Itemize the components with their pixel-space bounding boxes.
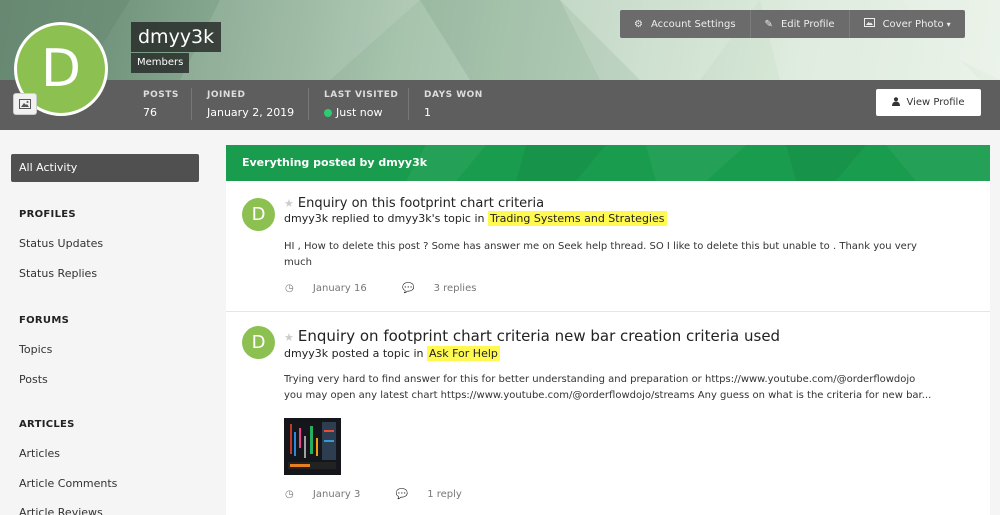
stat-label: JOINED (207, 90, 246, 100)
view-profile-label: View Profile (906, 97, 965, 108)
entry-title: ★ Enquiry on this footprint chart criteri… (284, 196, 544, 211)
entry-footer: ◷ January 16 💬 3 replies (285, 283, 508, 294)
activity-feed: Everything posted by dmyy3k D ★ Enquiry o… (226, 145, 990, 515)
entry-avatar[interactable]: D (242, 326, 275, 359)
sidebar-item-posts[interactable]: Posts (19, 373, 48, 386)
sidebar-item-status-updates[interactable]: Status Updates (19, 237, 103, 250)
entry-date[interactable]: ◷ January 3 (285, 489, 376, 500)
comment-icon: 💬 (401, 283, 415, 294)
entry-body: HI , How to delete this post ? Some has … (284, 239, 974, 271)
edit-profile-button[interactable]: ✎ Edit Profile (751, 10, 850, 38)
feed-header-title: Everything posted by dmyy3k (242, 156, 428, 169)
entry-title-link[interactable]: Enquiry on this footprint chart criteria (298, 196, 544, 211)
entry-body-line: much (284, 257, 312, 268)
entry-replies-text: 3 replies (433, 283, 477, 294)
view-profile-button[interactable]: View Profile (876, 89, 981, 116)
divider (226, 311, 990, 312)
entry-replies[interactable]: 💬 1 reply (396, 489, 478, 500)
caret-down-icon: ▾ (946, 19, 951, 29)
stat-posts: POSTS 76 (143, 90, 179, 119)
sidebar-item-all-activity[interactable]: All Activity (11, 154, 199, 182)
stat-label: LAST VISITED (324, 90, 399, 100)
entry-forum-link[interactable]: Ask For Help (426, 346, 500, 361)
divider (408, 88, 409, 120)
entry-meta-text: dmyy3k posted a topic in (284, 347, 424, 360)
edit-profile-label: Edit Profile (780, 18, 835, 30)
sidebar-item-article-reviews[interactable]: Article Reviews (19, 506, 103, 515)
entry-replies-text: 1 reply (427, 489, 462, 500)
sidebar-section-articles: ARTICLES (19, 419, 75, 430)
entry-attachment-thumbnail[interactable] (284, 418, 341, 475)
account-settings-button[interactable]: ⚙ Account Settings (620, 10, 751, 38)
entry-body-line: Trying very hard to find answer for this… (284, 374, 916, 385)
stat-days-won: DAYS WON 1 (424, 90, 483, 119)
stat-last-visited: LAST VISITED Just now (324, 90, 398, 119)
entry-avatar[interactable]: D (242, 198, 275, 231)
entry-body-line: HI , How to delete this post ? Some has … (284, 241, 917, 252)
sidebar-item-status-replies[interactable]: Status Replies (19, 267, 97, 280)
profile-username: dmyy3k (131, 22, 222, 52)
stat-value: Just now (324, 106, 398, 119)
sidebar-section-profiles: PROFILES (19, 209, 76, 220)
cover-photo-label: Cover Photo (882, 18, 944, 30)
last-visited-text: Just now (336, 106, 383, 119)
sidebar-item-article-comments[interactable]: Article Comments (19, 477, 117, 490)
entry-body: Trying very hard to find answer for this… (284, 372, 974, 404)
cover-photo-icon[interactable] (13, 93, 37, 115)
comment-icon: 💬 (395, 489, 409, 500)
sidebar-section-forums: FORUMS (19, 315, 70, 326)
account-settings-label: Account Settings (650, 18, 736, 30)
activity-sidebar: All Activity PROFILES Status Updates Sta… (0, 130, 210, 515)
user-icon (892, 96, 901, 109)
entry-meta-text: dmyy3k replied to dmyy3k's topic in (284, 212, 485, 225)
online-status-icon (324, 109, 332, 117)
stat-joined: JOINED January 2, 2019 (207, 90, 294, 119)
entry-forum-link[interactable]: Trading Systems and Strategies (488, 211, 667, 226)
gear-icon: ⚙ (634, 18, 643, 30)
cover-photo-button[interactable]: Cover Photo ▾ (850, 10, 965, 38)
sidebar-item-articles[interactable]: Articles (19, 447, 60, 460)
divider (308, 88, 309, 120)
entry-meta: dmyy3k replied to dmyy3k's topic in Trad… (284, 211, 667, 226)
sidebar-item-topics[interactable]: Topics (19, 343, 52, 356)
stat-label: DAYS WON (424, 90, 483, 100)
clock-icon: ◷ (285, 489, 294, 500)
entry-date[interactable]: ◷ January 16 (285, 283, 383, 294)
entry-replies[interactable]: 💬 3 replies (402, 283, 493, 294)
star-icon[interactable]: ★ (284, 197, 294, 210)
stat-label: POSTS (143, 90, 179, 100)
pencil-icon: ✎ (764, 18, 773, 30)
image-icon (863, 18, 875, 30)
profile-action-buttons: ⚙ Account Settings ✎ Edit Profile Cover … (620, 10, 965, 38)
entry-meta: dmyy3k posted a topic in Ask For Help (284, 346, 500, 361)
clock-icon: ◷ (285, 283, 294, 294)
entry-date-text: January 16 (312, 283, 367, 294)
profile-group-badge: Members (131, 53, 190, 73)
divider (191, 88, 192, 120)
entry-date-text: January 3 (312, 489, 361, 500)
entry-title-link[interactable]: Enquiry on footprint chart criteria new … (298, 327, 780, 345)
entry-footer: ◷ January 3 💬 1 reply (285, 489, 494, 500)
stat-value: 76 (143, 106, 157, 119)
feed-header: Everything posted by dmyy3k (226, 145, 990, 181)
star-icon[interactable]: ★ (284, 331, 294, 344)
entry-body-line: you may open any latest chart https://ww… (284, 390, 932, 401)
stat-value: 1 (424, 106, 431, 119)
stat-value: January 2, 2019 (207, 106, 295, 119)
entry-title: ★ Enquiry on footprint chart criteria new… (284, 327, 780, 345)
